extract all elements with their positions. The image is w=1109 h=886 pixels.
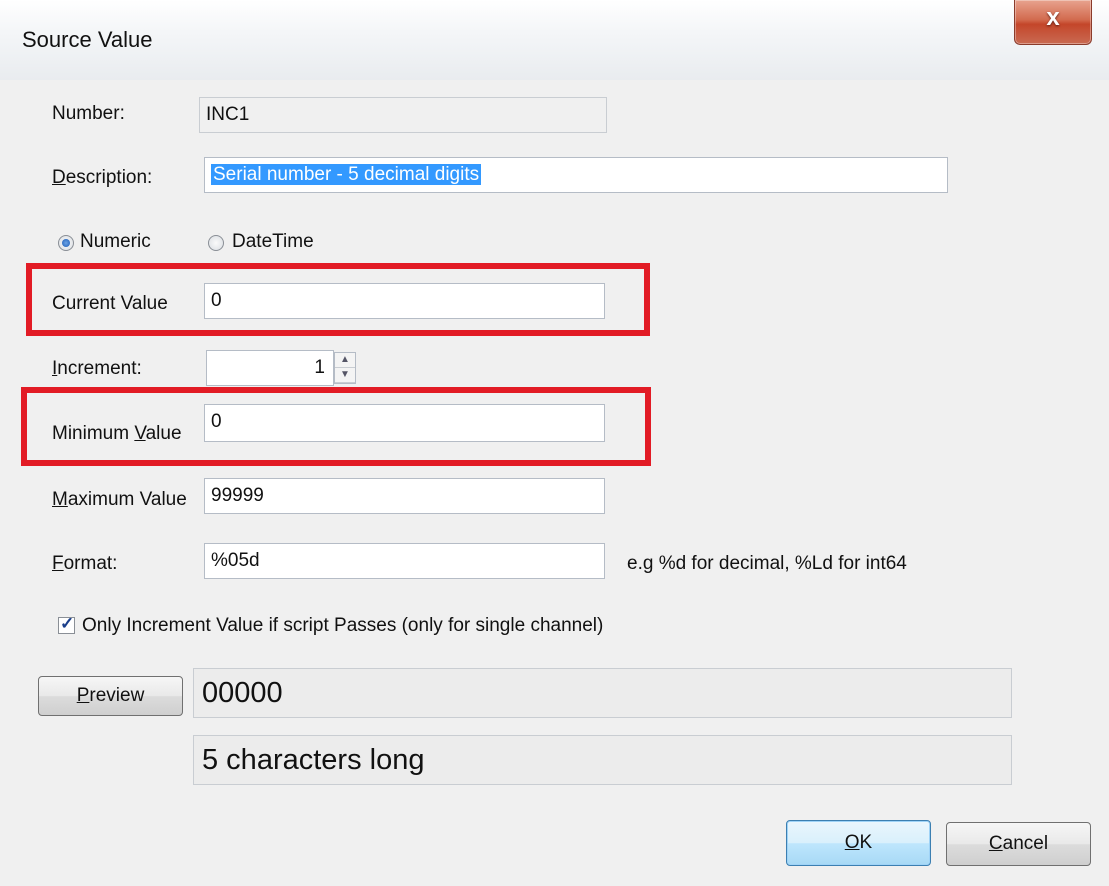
ok-button[interactable]: OK bbox=[786, 820, 931, 866]
preview-output: 00000 bbox=[193, 668, 1012, 718]
maximum-value-field[interactable]: 99999 bbox=[204, 478, 605, 514]
format-field[interactable]: %05d bbox=[204, 543, 605, 579]
description-label: Description: bbox=[52, 167, 153, 188]
increment-field[interactable]: 1 bbox=[206, 350, 334, 386]
title-bar: Source Value x bbox=[0, 0, 1109, 80]
current-value-field[interactable]: 0 bbox=[204, 283, 605, 319]
number-label: Number: bbox=[52, 103, 125, 124]
close-icon: x bbox=[1046, 4, 1060, 31]
spin-up-icon[interactable]: ▲ bbox=[335, 353, 355, 368]
preview-length: 5 characters long bbox=[193, 735, 1012, 785]
cancel-button[interactable]: Cancel bbox=[946, 822, 1091, 866]
numeric-radio[interactable] bbox=[58, 235, 74, 251]
maximum-value-label: Maximum Value bbox=[52, 489, 187, 510]
preview-button[interactable]: Preview bbox=[38, 676, 183, 716]
current-value-label: Current Value bbox=[52, 293, 168, 314]
checkmark-icon: ✓ bbox=[60, 614, 75, 633]
number-field: INC1 bbox=[199, 97, 607, 133]
only-increment-label: Only Increment Value if script Passes (o… bbox=[82, 615, 604, 636]
datetime-radio[interactable] bbox=[208, 235, 224, 251]
description-text: Serial number - 5 decimal digits bbox=[211, 164, 482, 185]
description-field[interactable]: Serial number - 5 decimal digits bbox=[204, 157, 948, 193]
minimum-value-label: Minimum Value bbox=[52, 423, 182, 444]
minimum-value-field[interactable]: 0 bbox=[204, 404, 605, 442]
window-title: Source Value bbox=[22, 27, 153, 52]
format-label: Format: bbox=[52, 553, 118, 574]
numeric-label: Numeric bbox=[80, 231, 151, 252]
datetime-label: DateTime bbox=[232, 231, 314, 252]
spin-down-icon[interactable]: ▼ bbox=[335, 368, 355, 383]
format-hint: e.g %d for decimal, %Ld for int64 bbox=[627, 553, 907, 574]
close-button[interactable]: x bbox=[1014, 0, 1092, 45]
increment-spinner[interactable]: ▲ ▼ bbox=[334, 352, 356, 384]
increment-label: Increment: bbox=[52, 358, 142, 379]
only-increment-checkbox[interactable]: ✓ bbox=[58, 614, 75, 634]
